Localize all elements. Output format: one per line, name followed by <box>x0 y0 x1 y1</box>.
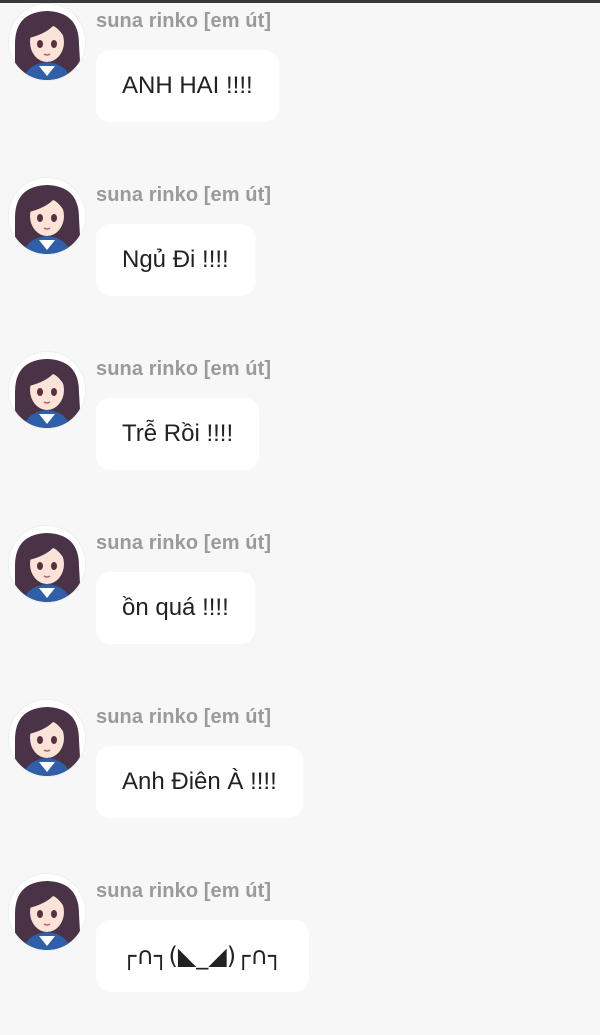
avatar[interactable] <box>9 874 85 950</box>
avatar[interactable] <box>9 178 85 254</box>
message-bubble[interactable]: Ngủ Đi !!!! <box>96 224 255 296</box>
message-bubble[interactable]: Trễ Rồi !!!! <box>96 398 260 470</box>
message-item: suna rinko [em út] ANH HAI !!!! <box>0 0 600 160</box>
avatar[interactable] <box>9 700 85 776</box>
anime-girl-avatar-icon <box>9 874 85 950</box>
sender-name: suna rinko [em út] <box>96 532 272 554</box>
anime-girl-avatar-icon <box>9 352 85 428</box>
sender-name: suna rinko [em út] <box>96 10 272 32</box>
message-item: suna rinko [em út] ồn quá !!!! <box>0 522 600 682</box>
sender-name: suna rinko [em út] <box>96 880 272 902</box>
anime-girl-avatar-icon <box>9 4 85 80</box>
message-bubble[interactable]: Anh Điên À !!!! <box>96 746 303 818</box>
sender-name: suna rinko [em út] <box>96 706 272 728</box>
avatar[interactable] <box>9 4 85 80</box>
message-item: suna rinko [em út] Ngủ Đi !!!! <box>0 174 600 334</box>
sender-name: suna rinko [em út] <box>96 358 272 380</box>
anime-girl-avatar-icon <box>9 178 85 254</box>
message-item: suna rinko [em út] Trễ Rồi !!!! <box>0 348 600 508</box>
avatar[interactable] <box>9 352 85 428</box>
message-bubble[interactable]: ┌∩┐(◣_◢)┌∩┐ <box>96 920 309 992</box>
sender-name: suna rinko [em út] <box>96 184 272 206</box>
message-item: suna rinko [em út] Anh Điên À !!!! <box>0 696 600 856</box>
anime-girl-avatar-icon <box>9 700 85 776</box>
message-bubble[interactable]: ồn quá !!!! <box>96 572 255 644</box>
message-item: suna rinko [em út] ┌∩┐(◣_◢)┌∩┐ <box>0 870 600 1030</box>
message-bubble[interactable]: ANH HAI !!!! <box>96 50 279 122</box>
anime-girl-avatar-icon <box>9 526 85 602</box>
avatar[interactable] <box>9 526 85 602</box>
